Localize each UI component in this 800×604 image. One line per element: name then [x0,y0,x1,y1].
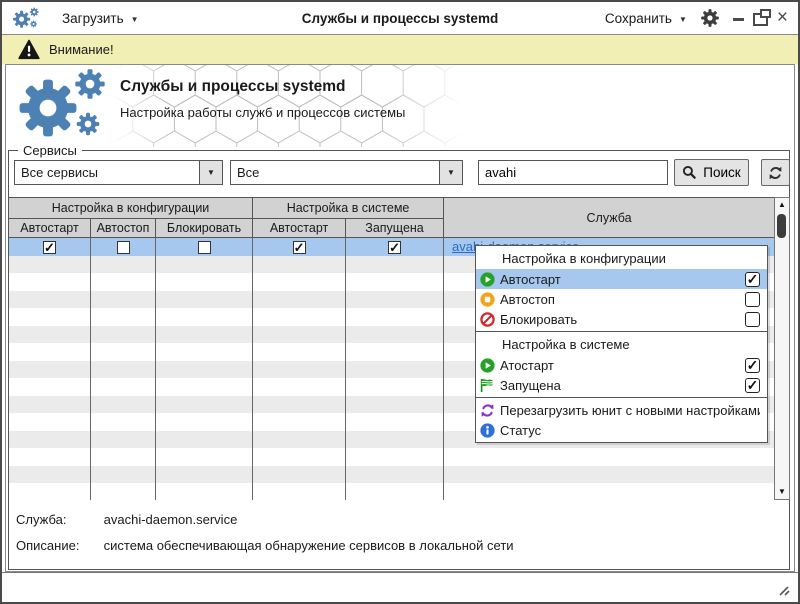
chevron-down-icon[interactable]: ▼ [199,161,222,184]
hero-gears-logo [16,68,116,140]
play-icon [479,271,495,287]
checkbox-unchecked[interactable] [117,241,130,254]
menu-item-autostart-system[interactable]: Атостарт [476,355,767,375]
menu-section-header: Настройка в системе [476,334,767,355]
menu-item-reload-unit[interactable]: Перезагрузить юнит с новыми настройками [476,400,767,420]
refresh-button[interactable] [761,159,790,186]
info-icon [479,422,495,438]
col-header: Блокировать [156,219,253,238]
chevron-down-icon[interactable]: ▼ [439,161,462,184]
detail-description-row: Описание: система обеспечивающая обнаруж… [16,538,514,553]
col-header: Запущена [346,219,444,238]
menu-item-autostop-config[interactable]: Автостоп [476,289,767,309]
detail-service-row: Служба: avachi-daemon.service [16,512,237,527]
menu-item-label: Перезагрузить юнит с новыми настройками [500,403,760,418]
menu-item-block-config[interactable]: Блокировать [476,309,767,329]
table-row[interactable] [9,448,775,466]
menu-item-status[interactable]: Статус [476,420,767,440]
description-label: Описание: [16,538,100,553]
flag-icon [479,377,495,393]
checkbox-checked[interactable] [43,241,56,254]
checkbox-checked[interactable] [388,241,401,254]
vertical-scrollbar[interactable]: ▲ ▼ [774,197,790,500]
menu-item-label: Автостоп [500,292,745,307]
app-gears-icon [12,7,42,29]
menu-checkbox-checked[interactable] [745,378,760,393]
refresh-icon [768,165,783,181]
state-filter-select[interactable]: Все ▼ [230,160,463,185]
close-button[interactable]: × [777,10,788,26]
scroll-up-button[interactable]: ▲ [775,198,789,212]
table-row[interactable] [9,466,775,484]
menu-separator [476,397,767,398]
table-row[interactable] [9,483,775,500]
autostart-system-checkbox[interactable] [253,238,346,256]
col-group-system: Настройка в системе [253,198,444,219]
refresh-icon [479,402,495,418]
maximize-button[interactable] [753,13,768,26]
running-system-checkbox[interactable] [346,238,444,256]
minimize-button[interactable] [733,18,744,21]
context-menu: Настройка в конфигурации Автостарт Автосто… [475,245,768,443]
chevron-down-icon: ▼ [679,15,687,24]
menu-separator [476,331,767,332]
menu-section-header: Настройка в конфигурации [476,248,767,269]
autostart-config-checkbox[interactable] [9,238,91,256]
page-title: Службы и процессы systemd [120,78,346,96]
menu-item-running-system[interactable]: Запущена [476,375,767,395]
search-input[interactable] [478,160,668,185]
menu-item-label: Запущена [500,378,745,393]
col-header-service: Служба [444,198,774,238]
menu-item-label: Автостарт [500,272,745,287]
settings-gear-icon[interactable] [701,9,719,27]
checkbox-checked[interactable] [293,241,306,254]
block-icon [479,311,495,327]
col-header: Автостарт [253,219,346,238]
service-filter-select[interactable]: Все сервисы ▼ [14,160,223,185]
autostop-config-checkbox[interactable] [91,238,156,256]
scroll-down-button[interactable]: ▼ [775,485,789,499]
col-group-config: Настройка в конфигурации [9,198,253,219]
menu-item-autostart-config[interactable]: Автостарт [476,269,767,289]
warning-icon [18,39,40,60]
search-button[interactable]: Поиск [674,159,749,186]
search-icon [682,165,697,180]
menu-checkbox-unchecked[interactable] [745,312,760,327]
col-header: Автостарт [9,219,91,238]
scroll-thumb[interactable] [777,214,786,238]
save-menu-button[interactable]: Сохранить ▼ [605,11,687,26]
block-config-checkbox[interactable] [156,238,253,256]
app-window: Службы и процессы systemd Загрузить ▼ Со… [0,0,800,604]
service-label: Служба: [16,512,100,527]
menu-item-label: Блокировать [500,312,745,327]
description-value: система обеспечивающая обнаружение серви… [104,538,514,553]
title-bar: Службы и процессы systemd Загрузить ▼ Со… [2,2,798,35]
chevron-down-icon: ▼ [131,15,139,24]
menu-checkbox-checked[interactable] [745,272,760,287]
groupbox-legend: Сервисы [18,143,82,158]
status-bar [2,572,798,603]
menu-item-label: Атостарт [500,358,745,373]
col-header: Автостоп [91,219,156,238]
menu-checkbox-checked[interactable] [745,358,760,373]
load-menu-button[interactable]: Загрузить ▼ [62,11,139,26]
menu-item-label: Статус [500,423,760,438]
warning-banner: Внимание! [2,35,798,64]
page-subtitle: Настройка работы служб и процессов систе… [120,105,405,120]
menu-checkbox-unchecked[interactable] [745,292,760,307]
stop-icon [479,291,495,307]
checkbox-unchecked[interactable] [198,241,211,254]
resize-grip[interactable] [776,584,790,596]
play-icon [479,357,495,373]
service-value: avachi-daemon.service [104,512,238,527]
warning-text: Внимание! [49,42,114,57]
